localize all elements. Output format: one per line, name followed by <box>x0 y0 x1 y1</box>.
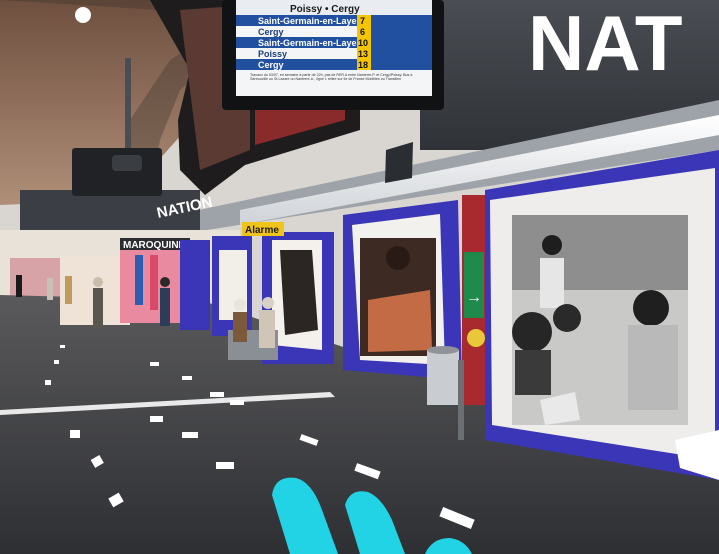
board-header: Poissy • Cergy <box>290 4 360 15</box>
board-notice: Travaux du 03/07, en semaine à partir de… <box>250 73 413 82</box>
board-row-5-minutes: 18 <box>358 60 368 70</box>
poster-children-photo <box>485 150 719 480</box>
exit-sign <box>464 252 484 318</box>
exit-arrow-icon: → <box>466 289 482 306</box>
board-row-2-destination: Cergy <box>258 27 284 37</box>
alarm-sign: Alarme <box>245 225 279 236</box>
board-row-5-destination: Cergy <box>258 60 284 70</box>
board-row-3-minutes: 10 <box>358 38 368 48</box>
accessibility-icon <box>467 329 485 347</box>
metro-platform-photo: NAT NATION MAROQUINERIE Alarme → Poissy … <box>0 0 719 554</box>
photo-canvas: NAT NATION MAROQUINERIE Alarme → Poissy … <box>0 0 719 554</box>
board-row-1-destination: Saint-Germain-en-Laye <box>258 16 357 26</box>
ceiling-lamp <box>75 7 91 23</box>
board-row-3-destination: Saint-Germain-en-Laye <box>258 38 357 48</box>
board-row-4-destination: Poissy <box>258 49 287 59</box>
station-name-sign: NAT <box>528 0 683 87</box>
board-notice-wrap: Travaux du 03/07, en semaine à partir de… <box>250 73 413 82</box>
board-row-2-minutes: 6 <box>360 27 365 37</box>
board-row-4-minutes: 13 <box>358 49 368 59</box>
board-row-1-minutes: 7 <box>360 16 365 26</box>
